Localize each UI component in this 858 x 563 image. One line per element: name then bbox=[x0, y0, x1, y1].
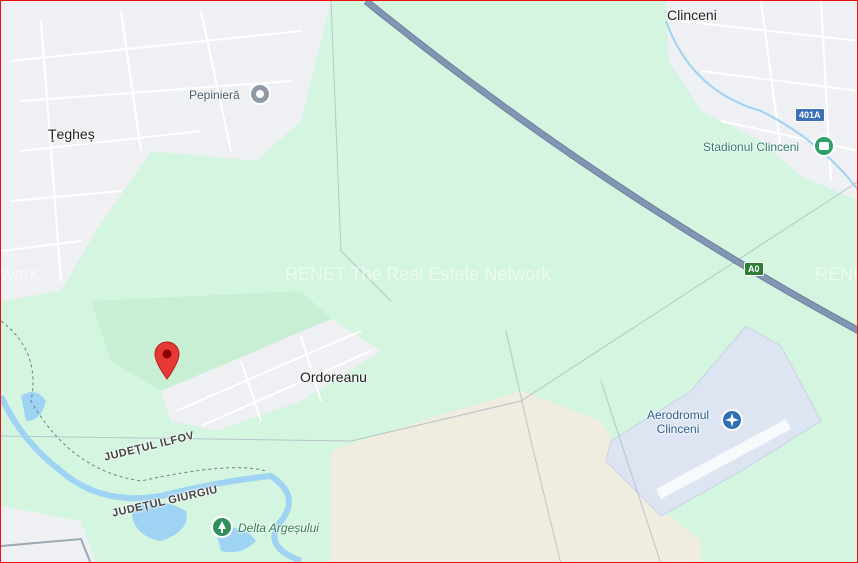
watermark-center: RENET The Real Estate Network bbox=[285, 264, 551, 284]
airport-icon[interactable] bbox=[721, 409, 743, 431]
watermark-right: RENE bbox=[815, 264, 857, 284]
poi-label-delta[interactable]: Delta Argeșului bbox=[238, 521, 319, 535]
tree-icon[interactable] bbox=[211, 516, 233, 538]
place-label-clinceni[interactable]: Clinceni bbox=[667, 7, 717, 23]
watermark-left: work bbox=[1, 264, 40, 284]
place-label-ordoreanu[interactable]: Ordoreanu bbox=[300, 369, 367, 385]
lake-small bbox=[21, 392, 46, 421]
poi-label-aerodrom[interactable]: Aerodromul Clinceni bbox=[647, 408, 709, 436]
poi-circle-icon[interactable] bbox=[249, 83, 271, 105]
road-shield-a0: A0 bbox=[744, 262, 764, 276]
urban-area-bottom-left bbox=[1, 506, 96, 562]
road-shield-401a: 401A bbox=[795, 108, 825, 122]
location-pin-icon[interactable] bbox=[153, 341, 181, 381]
map-canvas[interactable]: RENET The Real Estate Network work RENE … bbox=[0, 0, 858, 563]
stadium-icon[interactable] bbox=[813, 135, 835, 157]
airfield-area bbox=[605, 325, 822, 517]
place-label-teghes[interactable]: Ţegheș bbox=[48, 126, 95, 142]
poi-label-pepiniera[interactable]: Pepinieră bbox=[189, 88, 240, 102]
poi-label-stadion[interactable]: Stadionul Clinceni bbox=[703, 140, 799, 154]
